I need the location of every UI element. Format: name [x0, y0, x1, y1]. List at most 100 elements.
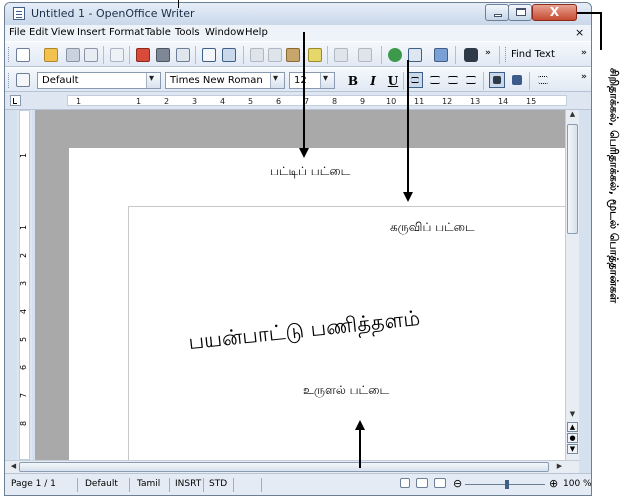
- print-icon[interactable]: [155, 47, 171, 63]
- chevron-down-icon[interactable]: [270, 73, 284, 88]
- document-area[interactable]: [35, 110, 565, 460]
- zoom-out-icon[interactable]: ⊖: [453, 477, 462, 490]
- annotation-menubar: பட்டிப் பட்டை: [270, 164, 351, 178]
- align-left-icon[interactable]: [407, 72, 423, 88]
- annotation-arrow-menubar: [303, 32, 305, 150]
- book-view-icon[interactable]: [433, 477, 447, 489]
- hyperlink-icon[interactable]: [387, 47, 403, 63]
- font-name-select[interactable]: Times New Roman: [165, 72, 285, 89]
- edit-file-icon[interactable]: [109, 47, 125, 63]
- document-page[interactable]: [69, 148, 565, 460]
- menu-format[interactable]: Format: [109, 27, 144, 38]
- find-toolbar-more-icon[interactable]: »: [581, 48, 587, 58]
- bold-button[interactable]: B: [345, 73, 361, 89]
- status-selection-mode[interactable]: STD: [209, 479, 227, 489]
- menu-view[interactable]: View: [51, 27, 75, 38]
- toolbar-grip[interactable]: [8, 73, 12, 88]
- paragraph-style-select[interactable]: Default: [37, 72, 161, 89]
- status-language[interactable]: Tamil: [137, 479, 160, 489]
- print-preview-icon[interactable]: [175, 47, 191, 63]
- scroll-down-icon[interactable]: ▼: [566, 410, 579, 418]
- zoom-in-icon[interactable]: ⊕: [549, 477, 558, 490]
- find-toolbar-grip[interactable]: [505, 47, 509, 62]
- horizontal-scrollbar[interactable]: ◀ ▶: [5, 460, 579, 473]
- menu-tools[interactable]: Tools: [175, 27, 200, 38]
- toolbar-separator: [243, 46, 244, 64]
- status-style[interactable]: Default: [85, 479, 118, 489]
- copy-icon[interactable]: [267, 47, 283, 63]
- draw-functions-icon[interactable]: [433, 47, 449, 63]
- zoom-level[interactable]: 100 %: [563, 479, 591, 489]
- toolbar-separator: [499, 46, 500, 64]
- menu-table[interactable]: Table: [145, 27, 171, 38]
- redo-icon[interactable]: [357, 47, 373, 63]
- annotation-arrow-controls-h: [577, 12, 601, 14]
- text-direction-ltr-icon[interactable]: [489, 72, 505, 88]
- clone-format-icon[interactable]: [307, 47, 323, 63]
- menu-help[interactable]: Help: [245, 27, 268, 38]
- find-replace-icon[interactable]: [463, 47, 479, 63]
- numbering-icon[interactable]: [535, 72, 551, 88]
- tab-stop-selector[interactable]: [10, 95, 21, 106]
- paste-icon[interactable]: [285, 47, 301, 63]
- cut-icon[interactable]: [249, 47, 265, 63]
- export-pdf-icon[interactable]: [135, 47, 151, 63]
- minimize-button[interactable]: [485, 4, 509, 21]
- formatting-toolbar: Default Times New Roman 12 B I U »: [5, 67, 591, 92]
- menu-insert[interactable]: Insert: [77, 27, 106, 38]
- annotation-window-controls: சிறிதாக்கல், பெரிதாக்கல், மூடல் பொத்தான்…: [601, 58, 623, 318]
- next-page-icon[interactable]: ▼: [567, 444, 578, 454]
- underline-button[interactable]: U: [385, 73, 401, 89]
- menu-window[interactable]: Window: [205, 27, 244, 38]
- justify-icon[interactable]: [463, 72, 479, 88]
- ruler-scale[interactable]: 1 1 2 3 4 5 6 7 8 9 10 11 12 13 14 15: [67, 95, 567, 106]
- text-direction-rtl-icon[interactable]: [509, 72, 525, 88]
- close-button[interactable]: X: [532, 4, 577, 21]
- align-center-icon[interactable]: [427, 72, 443, 88]
- save-icon[interactable]: [65, 47, 81, 63]
- font-size-select[interactable]: 12: [289, 72, 335, 89]
- arrowhead-menubar: [299, 148, 309, 158]
- toolbar-separator: [327, 46, 328, 64]
- styles-formatting-icon[interactable]: [15, 72, 31, 88]
- toolbar-more-icon[interactable]: »: [581, 72, 587, 82]
- menu-file[interactable]: File: [9, 27, 26, 38]
- align-right-icon[interactable]: [445, 72, 461, 88]
- menu-edit[interactable]: Edit: [29, 27, 48, 38]
- italic-button[interactable]: I: [365, 73, 381, 89]
- new-document-icon[interactable]: [15, 47, 31, 63]
- single-page-view-icon[interactable]: [399, 477, 411, 489]
- scroll-right-icon[interactable]: ▶: [553, 462, 566, 470]
- chevron-down-icon[interactable]: [146, 73, 160, 88]
- open-folder-icon[interactable]: [43, 47, 59, 63]
- navigation-icon[interactable]: ●: [567, 433, 578, 443]
- spellcheck-icon[interactable]: [201, 47, 217, 63]
- horizontal-scroll-thumb[interactable]: [19, 462, 549, 472]
- email-icon[interactable]: [83, 47, 99, 63]
- find-text-button[interactable]: Find Text: [511, 49, 555, 60]
- vertical-scrollbar[interactable]: ▲ ▼ ▲ ● ▼: [565, 110, 579, 460]
- vertical-ruler-scale[interactable]: 1 1 2 3 4 5 6 7 8: [19, 110, 30, 460]
- multi-page-view-icon[interactable]: [415, 477, 429, 489]
- previous-page-icon[interactable]: ▲: [567, 422, 578, 432]
- toolbar-more-icon[interactable]: »: [485, 48, 491, 58]
- writer-app-icon[interactable]: [13, 7, 25, 20]
- document-close-icon[interactable]: ×: [575, 26, 584, 39]
- zoom-slider-handle[interactable]: [505, 480, 509, 489]
- autospellcheck-icon[interactable]: [221, 47, 237, 63]
- scroll-up-icon[interactable]: ▲: [566, 110, 579, 118]
- table-icon[interactable]: [407, 47, 423, 63]
- status-page[interactable]: Page 1 / 1: [11, 479, 56, 489]
- undo-icon[interactable]: [333, 47, 349, 63]
- toolbar-separator: [403, 72, 404, 90]
- status-insert-mode[interactable]: INSRT: [175, 479, 201, 489]
- status-separator: [129, 478, 130, 492]
- vertical-ruler: 1 1 2 3 4 5 6 7 8: [17, 110, 32, 460]
- annotation-toolbar: கருவிப் பட்டை: [390, 220, 475, 234]
- maximize-button[interactable]: [508, 4, 532, 21]
- menu-bar: File Edit View Insert Format Table Tools…: [5, 25, 591, 41]
- annotation-arrow-toolbar: [407, 60, 409, 196]
- vertical-scroll-thumb[interactable]: [567, 124, 578, 234]
- chevron-down-icon[interactable]: [320, 73, 334, 88]
- toolbar-grip[interactable]: [8, 47, 12, 62]
